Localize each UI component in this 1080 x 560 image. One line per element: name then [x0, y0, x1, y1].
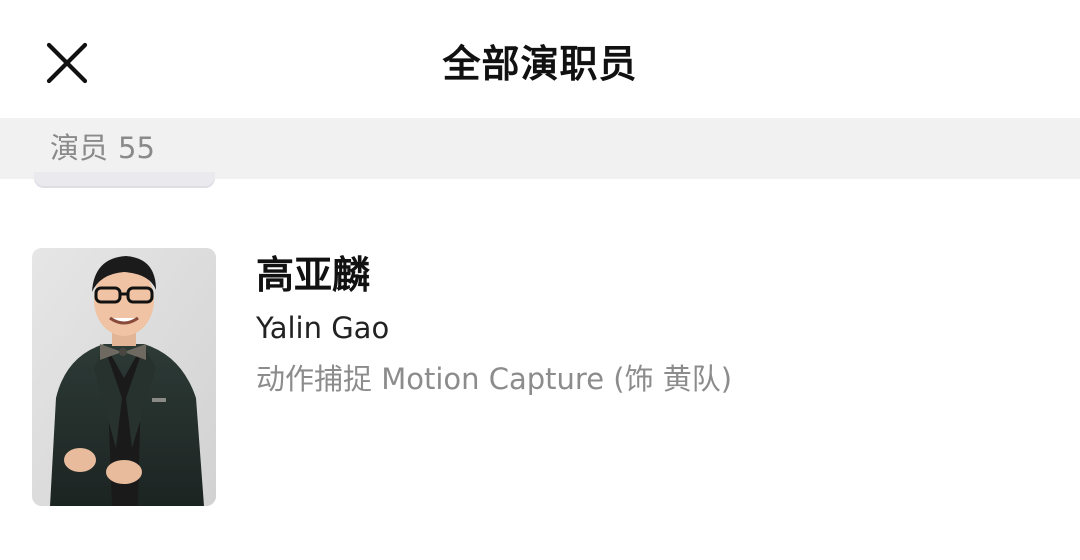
cast-list-screen: 全部演职员 演员 55 高亚麟 Yalin Gao 动作捕捉 Motion Ca… — [0, 0, 1080, 560]
previous-cast-photo-edge[interactable] — [34, 172, 215, 188]
cast-list-item[interactable]: 高亚麟 Yalin Gao 动作捕捉 Motion Capture (饰 黄队) — [0, 230, 1080, 530]
top-nav-bar: 全部演职员 — [0, 0, 1080, 118]
section-title: 演员 — [50, 131, 109, 165]
cast-role: 动作捕捉 Motion Capture (饰 黄队) — [256, 362, 733, 396]
cast-photo[interactable] — [32, 248, 216, 506]
section-label: 演员 55 — [50, 118, 155, 179]
cast-name-en: Yalin Gao — [256, 311, 390, 345]
actor-portrait-image — [32, 248, 216, 506]
cast-name-cn: 高亚麟 — [256, 253, 371, 297]
section-header-actors: 演员 55 — [0, 118, 1080, 179]
page-title: 全部演职员 — [442, 42, 638, 86]
section-count: 55 — [118, 131, 155, 165]
